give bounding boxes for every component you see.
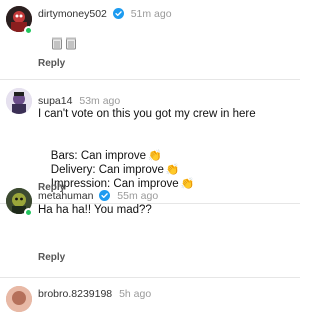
avatar[interactable]: [6, 88, 32, 114]
username[interactable]: brobro.8239198: [38, 288, 112, 300]
divider: [0, 277, 300, 278]
reply-button[interactable]: Reply: [38, 58, 65, 69]
comment-meta: metahuman 55m ago: [38, 190, 158, 202]
username[interactable]: supa14: [38, 95, 72, 107]
comment-meta: brobro.8239198 5h ago: [38, 288, 151, 300]
comment-text-line: I can't vote on this you got my crew in …: [38, 108, 256, 120]
username[interactable]: dirtymoney502: [38, 8, 107, 20]
avatar-image: [6, 88, 32, 114]
comment-text: Ha ha ha!! You mad??: [38, 204, 152, 216]
wastebasket-icon: [51, 37, 62, 50]
timestamp: 51m ago: [130, 8, 172, 20]
avatar-image: [6, 286, 32, 312]
divider: [0, 79, 300, 80]
online-indicator: [24, 208, 33, 217]
timestamp: 5h ago: [119, 288, 152, 300]
comment-meta: supa14 53m ago: [38, 95, 120, 107]
online-indicator: [24, 26, 33, 35]
verified-badge-icon: [99, 190, 111, 201]
reply-button[interactable]: Reply: [38, 252, 65, 263]
clapping-hands-icon: 👏: [180, 178, 195, 190]
timestamp: 55m ago: [117, 190, 159, 202]
avatar[interactable]: [6, 286, 32, 312]
comment-text-line-content: Impression: Can improve: [50, 178, 179, 190]
timestamp: 53m ago: [79, 95, 121, 107]
comment-meta: dirtymoney502 51m ago: [38, 8, 172, 20]
wastebasket-icon: [65, 37, 76, 50]
username[interactable]: metahuman: [38, 190, 93, 202]
verified-badge-icon: [112, 8, 124, 19]
